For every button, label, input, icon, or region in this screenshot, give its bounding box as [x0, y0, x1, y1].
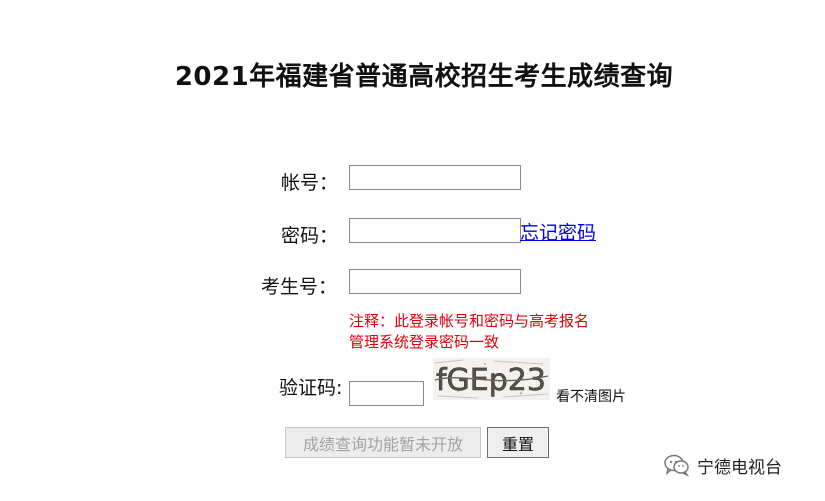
exam-number-label: 考生号：	[261, 276, 338, 298]
note-line-1: 注释：此登录帐号和密码与高考报名	[349, 312, 590, 330]
forgot-password-link[interactable]: 忘记密码	[520, 218, 596, 245]
password-label: 密码：	[281, 225, 339, 247]
account-label: 帐号：	[281, 172, 339, 194]
captcha-label: 验证码:	[279, 377, 343, 399]
note-line-2: 管理系统登录密码一致	[349, 333, 500, 351]
watermark-text: 宁德电视台	[697, 457, 782, 478]
page-title: 2021年福建省普通高校招生考生成绩查询	[174, 62, 674, 92]
account-input[interactable]	[349, 165, 521, 190]
wechat-icon	[664, 454, 690, 477]
login-note: 注释：此登录帐号和密码与高考报名 管理系统登录密码一致	[349, 311, 619, 353]
captcha-image[interactable]: fGEp23	[433, 358, 550, 400]
reset-button[interactable]: 重置	[487, 427, 549, 458]
query-score-button[interactable]: 成绩查询功能暂未开放	[285, 427, 481, 458]
password-input[interactable]	[349, 218, 521, 243]
watermark: 宁德电视台	[663, 451, 782, 479]
exam-number-input[interactable]	[349, 269, 521, 294]
captcha-input[interactable]	[349, 381, 424, 406]
captcha-refresh-link[interactable]: 看不清图片	[556, 386, 626, 406]
